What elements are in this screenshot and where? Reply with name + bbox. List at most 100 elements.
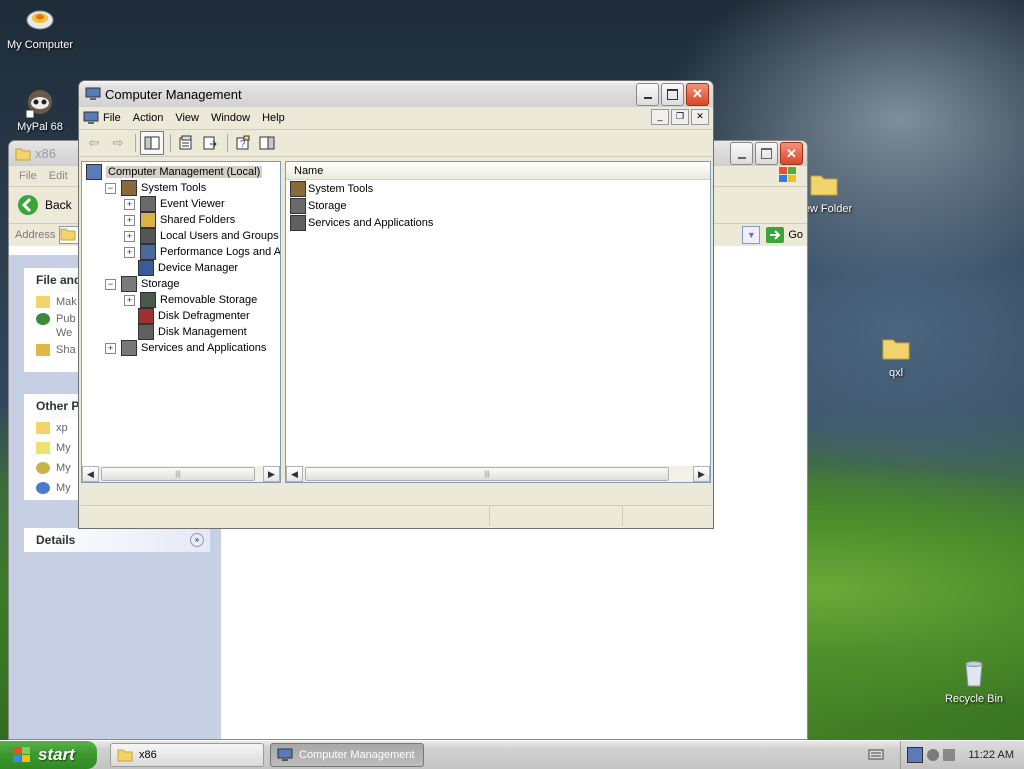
keyboard-icon[interactable] <box>868 747 884 764</box>
computer-management-window[interactable]: Computer Management ✕ File Action View W… <box>78 80 714 529</box>
properties-button[interactable] <box>175 132 197 154</box>
scroll-right-button[interactable]: ▶ <box>693 466 710 482</box>
menu-view[interactable]: View <box>175 112 199 124</box>
status-bar <box>81 505 711 526</box>
list-item[interactable]: System Tools <box>286 180 710 197</box>
mmc-document-icon[interactable] <box>83 111 99 125</box>
address-input[interactable] <box>59 226 80 244</box>
desktop-icon-my-computer[interactable]: My Computer <box>0 4 80 51</box>
expand-icon[interactable]: + <box>124 198 135 210</box>
start-button[interactable]: start <box>0 741 97 769</box>
collapse-icon[interactable]: − <box>105 278 116 290</box>
minimize-button[interactable] <box>636 82 659 106</box>
scroll-thumb[interactable]: ||| <box>101 467 255 481</box>
menu-help[interactable]: Help <box>262 112 285 124</box>
expand-icon[interactable]: + <box>124 230 135 242</box>
cm-titlebar[interactable]: Computer Management ✕ <box>79 81 713 107</box>
close-icon: ✕ <box>692 86 703 101</box>
panel-header[interactable]: Details » <box>24 528 210 552</box>
chevron-left-icon: ◀ <box>87 468 94 479</box>
taskbar-button-computer-management[interactable]: Computer Management <box>270 743 424 767</box>
menu-file[interactable]: File <box>103 112 121 124</box>
list-horizontal-scrollbar[interactable]: ◀ ||| ▶ <box>286 466 710 482</box>
expand-icon[interactable]: + <box>124 294 135 306</box>
menu-edit[interactable]: Edit <box>49 170 68 182</box>
tree-node[interactable]: − Storage <box>105 276 180 292</box>
back-label: Back <box>45 198 72 212</box>
tree-node[interactable]: Disk Defragmenter <box>124 308 250 324</box>
chevron-down-icon[interactable]: » <box>190 533 204 547</box>
maximize-button[interactable] <box>755 142 778 165</box>
close-button[interactable]: ✕ <box>780 142 803 165</box>
restore-icon: ❐ <box>675 111 685 121</box>
scroll-left-button[interactable]: ◀ <box>82 466 99 482</box>
show-hide-tree-button[interactable] <box>140 131 164 155</box>
tree-node-label: Performance Logs and Alerts <box>160 246 281 258</box>
go-button[interactable]: Go <box>766 227 803 243</box>
shield-icon[interactable] <box>927 749 939 761</box>
clock[interactable]: 11:22 AM <box>968 749 1014 761</box>
forward-button[interactable]: ⇨ <box>107 132 129 154</box>
show-hide-action-pane-button[interactable] <box>256 132 278 154</box>
menu-window[interactable]: Window <box>211 112 250 124</box>
tree-horizontal-scrollbar[interactable]: ◀ ||| ▶ <box>82 466 280 482</box>
column-header-name[interactable]: Name <box>286 162 710 180</box>
desktop-icon-mypal[interactable]: MyPal 68 <box>0 86 80 133</box>
tree-node[interactable]: + Local Users and Groups <box>124 228 279 244</box>
back-button[interactable]: Back <box>17 194 72 216</box>
back-button[interactable]: ⇦ <box>83 132 105 154</box>
tree-node-label: Storage <box>141 278 180 290</box>
network-icon[interactable] <box>907 747 923 763</box>
desktop-icon-label: qxl <box>888 367 904 379</box>
tree-node[interactable]: + Services and Applications <box>105 340 266 356</box>
mdi-close-button[interactable]: ✕ <box>691 109 709 125</box>
tree-node[interactable]: + Event Viewer <box>124 196 225 212</box>
tree-node[interactable]: + Shared Folders <box>124 212 235 228</box>
scroll-thumb[interactable]: ||| <box>305 467 669 481</box>
expand-icon[interactable]: + <box>124 214 135 226</box>
expand-icon[interactable]: + <box>105 342 116 354</box>
tree-node[interactable]: + Performance Logs and Alerts <box>124 244 281 260</box>
help-button[interactable]: ? <box>232 132 254 154</box>
mdi-restore-button[interactable]: ❐ <box>671 109 689 125</box>
address-dropdown-button[interactable]: ▼ <box>742 226 761 244</box>
taskbar-button-label: x86 <box>139 749 157 761</box>
scroll-left-button[interactable]: ◀ <box>286 466 303 482</box>
close-button[interactable]: ✕ <box>686 82 709 106</box>
expand-icon[interactable]: + <box>124 246 135 258</box>
menu-action[interactable]: Action <box>133 112 164 124</box>
minimize-button[interactable] <box>730 142 753 165</box>
collapse-icon[interactable]: − <box>105 182 116 194</box>
tree-node-label: Removable Storage <box>160 294 258 306</box>
maximize-button[interactable] <box>661 82 684 106</box>
console-tree-icon <box>144 136 160 150</box>
menu-file[interactable]: File <box>19 170 37 182</box>
volume-icon[interactable] <box>943 749 955 761</box>
task-link-label: Pub <box>56 313 76 325</box>
network-globe-icon <box>36 482 50 494</box>
mdi-minimize-button[interactable]: _ <box>651 109 669 125</box>
tree-node-icon <box>121 276 137 292</box>
taskbar-button-x86[interactable]: x86 <box>110 743 264 767</box>
tree-node[interactable]: + Removable Storage <box>124 292 257 308</box>
minimize-icon <box>737 156 746 159</box>
desktop-icon-qxl[interactable]: qxl <box>856 332 936 379</box>
folder-icon <box>882 339 910 360</box>
tree-node-label: Shared Folders <box>160 214 236 226</box>
details-list[interactable]: Name System Tools Storage Services and App… <box>285 161 711 483</box>
tree-node[interactable]: Device Manager <box>124 260 238 276</box>
export-list-button[interactable] <box>199 132 221 154</box>
console-tree[interactable]: Computer Management (Local) − System Tools… <box>81 161 281 483</box>
desktop-icon-recycle-bin[interactable]: Recycle Bin <box>934 658 1014 705</box>
list-item[interactable]: Storage <box>286 197 710 214</box>
close-icon: ✕ <box>696 111 704 121</box>
windows-logo-icon <box>13 747 30 762</box>
chevron-down-icon: ▼ <box>746 230 756 240</box>
place-link-label: My <box>56 442 71 454</box>
tree-node[interactable]: Computer Management (Local) <box>86 164 263 180</box>
scroll-right-button[interactable]: ▶ <box>263 466 280 482</box>
list-item[interactable]: Services and Applications <box>286 214 710 231</box>
folder-icon <box>36 296 50 308</box>
tree-node[interactable]: − System Tools <box>105 180 206 196</box>
tree-node[interactable]: Disk Management <box>124 324 247 340</box>
